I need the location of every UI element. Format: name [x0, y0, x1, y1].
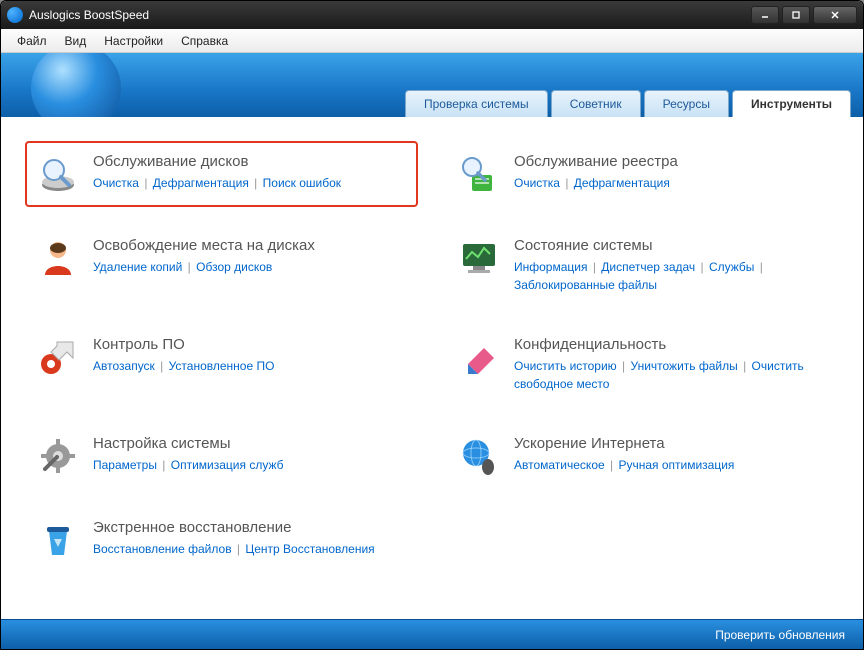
- tool-link[interactable]: Удаление копий: [93, 260, 182, 274]
- title-bar: Auslogics BoostSpeed: [1, 1, 863, 29]
- minimize-button[interactable]: [751, 6, 779, 24]
- tool-links: Очистка | Дефрагментация | Поиск ошибок: [93, 174, 406, 192]
- tool-title: Освобождение места на дисках: [93, 237, 406, 254]
- maximize-button[interactable]: [782, 6, 810, 24]
- tool-link[interactable]: Уничтожить файлы: [630, 359, 737, 373]
- arrow-disc-icon: [37, 336, 79, 378]
- tab-strip: Проверка системы Советник Ресурсы Инстру…: [405, 90, 851, 117]
- tool-links: Очистить историю | Уничтожить файлы | Оч…: [514, 357, 827, 393]
- separator: |: [234, 542, 244, 556]
- menu-bar: Файл Вид Настройки Справка: [1, 29, 863, 53]
- tool-title: Обслуживание реестра: [514, 153, 827, 170]
- eraser-icon: [458, 336, 500, 378]
- separator: |: [251, 176, 261, 190]
- tool-link[interactable]: Поиск ошибок: [263, 176, 341, 190]
- menu-settings[interactable]: Настройки: [96, 31, 171, 51]
- recycle-bin-icon: [37, 519, 79, 561]
- tool-link[interactable]: Оптимизация служб: [171, 458, 284, 472]
- tool-link[interactable]: Информация: [514, 260, 587, 274]
- separator: |: [159, 458, 169, 472]
- tool-title: Настройка системы: [93, 435, 406, 452]
- tool-free-space[interactable]: Освобождение места на дисках Удаление ко…: [25, 225, 418, 306]
- tool-link[interactable]: Диспетчер задач: [601, 260, 695, 274]
- menu-help[interactable]: Справка: [173, 31, 236, 51]
- tool-system-state[interactable]: Состояние системы Информация | Диспетчер…: [446, 225, 839, 306]
- tool-links: Удаление копий | Обзор дисков: [93, 258, 406, 276]
- tool-link[interactable]: Параметры: [93, 458, 157, 472]
- close-button[interactable]: [813, 6, 857, 24]
- tool-title: Состояние системы: [514, 237, 827, 254]
- content-area: Обслуживание дисков Очистка | Дефрагмент…: [1, 117, 863, 619]
- tool-internet-boost[interactable]: Ускорение Интернета Автоматическое | Руч…: [446, 423, 839, 489]
- tool-links: Информация | Диспетчер задач | Службы | …: [514, 258, 827, 294]
- magnifier-disk-icon: [37, 153, 79, 195]
- separator: |: [619, 359, 629, 373]
- globe-mouse-icon: [458, 435, 500, 477]
- tool-link[interactable]: Обзор дисков: [196, 260, 272, 274]
- separator: |: [740, 359, 750, 373]
- menu-file[interactable]: Файл: [9, 31, 55, 51]
- tool-link[interactable]: Установленное ПО: [169, 359, 275, 373]
- person-icon: [37, 237, 79, 279]
- tool-links: Параметры | Оптимизация служб: [93, 456, 406, 474]
- tool-link[interactable]: Автоматическое: [514, 458, 605, 472]
- status-bar: Проверить обновления: [1, 619, 863, 649]
- tool-links: Восстановление файлов | Центр Восстановл…: [93, 540, 406, 558]
- tool-link[interactable]: Автозапуск: [93, 359, 155, 373]
- separator: |: [756, 260, 762, 274]
- monitor-chart-icon: [458, 237, 500, 279]
- tools-grid: Обслуживание дисков Очистка | Дефрагмент…: [25, 141, 839, 573]
- tool-registry-maintenance[interactable]: Обслуживание реестра Очистка | Дефрагмен…: [446, 141, 839, 207]
- tool-emergency-recovery[interactable]: Экстренное восстановление Восстановление…: [25, 507, 418, 573]
- menu-view[interactable]: Вид: [57, 31, 95, 51]
- header-banner: Проверка системы Советник Ресурсы Инстру…: [1, 53, 863, 117]
- gear-icon: [37, 435, 79, 477]
- tool-link[interactable]: Восстановление файлов: [93, 542, 232, 556]
- tool-title: Контроль ПО: [93, 336, 406, 353]
- app-window: Auslogics BoostSpeed Файл Вид Настройки …: [0, 0, 864, 650]
- tool-title: Ускорение Интернета: [514, 435, 827, 452]
- separator: |: [184, 260, 194, 274]
- tool-links: Очистка | Дефрагментация: [514, 174, 827, 192]
- tab-tools[interactable]: Инструменты: [732, 90, 851, 117]
- separator: |: [589, 260, 599, 274]
- tool-software-control[interactable]: Контроль ПО Автозапуск | Установленное П…: [25, 324, 418, 405]
- tab-system-check[interactable]: Проверка системы: [405, 90, 548, 117]
- tool-link[interactable]: Службы: [709, 260, 754, 274]
- tool-link[interactable]: Очистка: [93, 176, 139, 190]
- tool-link[interactable]: Очистка: [514, 176, 560, 190]
- tool-link[interactable]: Центр Восстановления: [245, 542, 374, 556]
- separator: |: [157, 359, 167, 373]
- tool-links: Автозапуск | Установленное ПО: [93, 357, 406, 375]
- window-controls: [751, 6, 857, 24]
- separator: |: [607, 458, 617, 472]
- tool-link[interactable]: Дефрагментация: [153, 176, 249, 190]
- tool-links: Автоматическое | Ручная оптимизация: [514, 456, 827, 474]
- app-icon: [7, 7, 23, 23]
- tool-link[interactable]: Ручная оптимизация: [618, 458, 734, 472]
- tab-resources[interactable]: Ресурсы: [644, 90, 729, 117]
- tool-disk-maintenance[interactable]: Обслуживание дисков Очистка | Дефрагмент…: [25, 141, 418, 207]
- tool-link[interactable]: Дефрагментация: [574, 176, 670, 190]
- tool-link[interactable]: Заблокированные файлы: [514, 278, 657, 292]
- window-title: Auslogics BoostSpeed: [29, 8, 751, 22]
- tool-title: Экстренное восстановление: [93, 519, 406, 536]
- separator: |: [697, 260, 707, 274]
- globe-icon: [31, 53, 121, 117]
- tab-advisor[interactable]: Советник: [551, 90, 641, 117]
- tool-system-tweak[interactable]: Настройка системы Параметры | Оптимизаци…: [25, 423, 418, 489]
- separator: |: [562, 176, 572, 190]
- tool-privacy[interactable]: Конфиденциальность Очистить историю | Ун…: [446, 324, 839, 405]
- tool-link[interactable]: Очистить историю: [514, 359, 617, 373]
- check-updates-link[interactable]: Проверить обновления: [715, 628, 845, 642]
- tool-title: Обслуживание дисков: [93, 153, 406, 170]
- magnifier-registry-icon: [458, 153, 500, 195]
- tool-title: Конфиденциальность: [514, 336, 827, 353]
- separator: |: [141, 176, 151, 190]
